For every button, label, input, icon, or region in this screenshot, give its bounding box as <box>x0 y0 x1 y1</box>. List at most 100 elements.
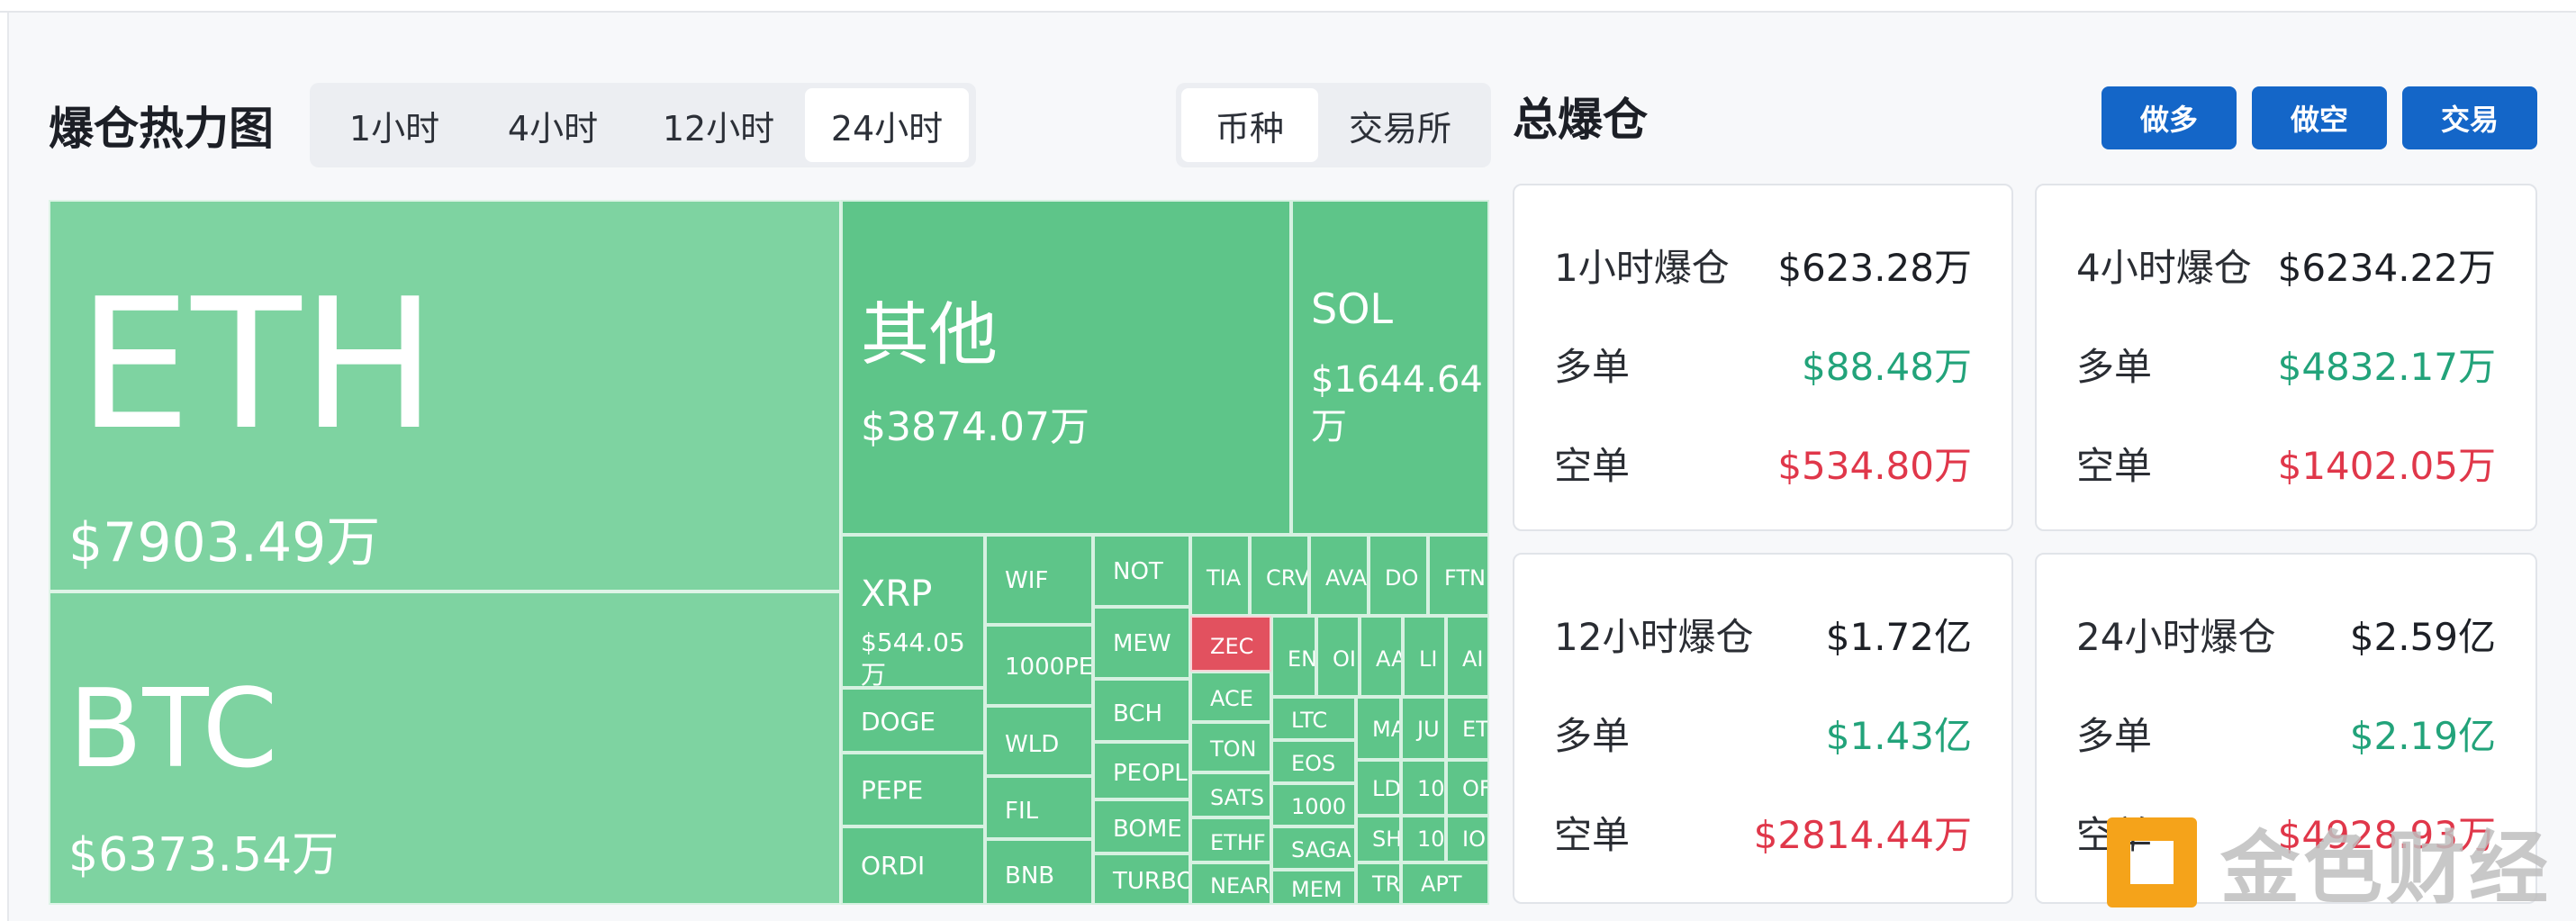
trade-button[interactable]: 交易 <box>2402 86 2537 149</box>
short-value: $534.80万 <box>1777 443 1972 488</box>
treemap-cell-turbo[interactable]: TURBO <box>1093 853 1190 905</box>
treemap-symbol: FIL <box>1005 798 1039 825</box>
treemap-cell-mem[interactable]: MEM <box>1271 870 1356 905</box>
treemap-cell-en[interactable]: EN <box>1271 616 1316 697</box>
treemap-cell-bnb[interactable]: BNB <box>985 839 1093 905</box>
treemap-cell-ju[interactable]: JU <box>1401 697 1446 760</box>
short-label: 空单 <box>2076 443 2153 488</box>
top-border <box>0 0 2576 13</box>
tab-1h[interactable]: 1小时 <box>315 88 474 162</box>
treemap-cell-tr[interactable]: TR <box>1356 862 1401 905</box>
treemap-cell-wld[interactable]: WLD <box>985 706 1093 776</box>
card-total: $6234.22万 <box>2277 245 2496 290</box>
treemap-cell-ton[interactable]: TON <box>1190 722 1271 772</box>
long-value: $2.19亿 <box>2349 713 2496 758</box>
treemap-cell-pepe[interactable]: PEPE <box>841 753 985 826</box>
card-label: 24小时爆仓 <box>2076 614 2276 659</box>
treemap-cell-ava[interactable]: AVA <box>1309 535 1369 616</box>
treemap-cell-1000[interactable]: 1000 <box>1271 783 1356 826</box>
treemap-cell-eos[interactable]: EOS <box>1271 740 1356 783</box>
treemap-symbol: 其他 <box>861 294 998 375</box>
treemap-cell-其他[interactable]: 其他 $3874.07万 <box>841 200 1291 535</box>
tab-12h[interactable]: 12小时 <box>632 88 805 162</box>
treemap-cell-mew[interactable]: MEW <box>1093 607 1190 679</box>
treemap-amount: $3874.07万 <box>861 404 1089 450</box>
treemap-cell-ltc[interactable]: LTC <box>1271 697 1356 740</box>
treemap-cell-sol[interactable]: SOL $1644.64万 <box>1291 200 1489 535</box>
treemap-cell-ai[interactable]: AI <box>1446 616 1489 697</box>
short-label: 空单 <box>1554 443 1631 488</box>
treemap-symbol: LTC <box>1291 708 1328 733</box>
treemap-symbol: AVA <box>1325 565 1368 591</box>
treemap-cell-fil[interactable]: FIL <box>985 776 1093 839</box>
group-tabs: 币种 交易所 <box>1176 83 1491 167</box>
tab-coin[interactable]: 币种 <box>1181 88 1318 162</box>
treemap-cell-1000pe[interactable]: 1000PE <box>985 625 1093 706</box>
treemap-cell-ftn[interactable]: FTN <box>1428 535 1489 616</box>
treemap-symbol: XRP <box>861 573 933 615</box>
card-total: $1.72亿 <box>1825 614 1972 659</box>
long-label: 多单 <box>2076 713 2153 758</box>
treemap-cell-doge[interactable]: DOGE <box>841 688 985 753</box>
treemap-cell-eth[interactable]: ETH $7903.49万 <box>49 200 841 591</box>
treemap-amount: $1644.64万 <box>1311 359 1483 447</box>
treemap-cell-ethf[interactable]: ETHF <box>1190 817 1271 862</box>
treemap-symbol: TR <box>1372 871 1401 897</box>
long-label: 多单 <box>1554 713 1631 758</box>
treemap-symbol: TIA <box>1207 565 1242 591</box>
treemap-cell-saga[interactable]: SAGA <box>1271 826 1356 870</box>
treemap-symbol: SOL <box>1311 284 1394 333</box>
treemap-cell-not[interactable]: NOT <box>1093 535 1190 607</box>
treemap-cell-bch[interactable]: BCH <box>1093 679 1190 742</box>
treemap-cell-bome[interactable]: BOME <box>1093 799 1190 853</box>
watermark: 金色财经 <box>2107 810 2575 915</box>
treemap-symbol: BOME <box>1113 816 1182 843</box>
treemap-cell-do[interactable]: DO <box>1369 535 1428 616</box>
treemap-cell-ace[interactable]: ACE <box>1190 672 1271 722</box>
watermark-text: 金色财经 <box>2220 822 2553 915</box>
treemap-cell-10[interactable]: 10 <box>1401 816 1446 862</box>
tab-exchange[interactable]: 交易所 <box>1318 88 1482 162</box>
treemap-cell-near[interactable]: NEAR <box>1190 862 1271 905</box>
short-button[interactable]: 做空 <box>2252 86 2387 149</box>
treemap-cell-xrp[interactable]: XRP $544.05万 <box>841 535 985 688</box>
card-total: $2.59亿 <box>2349 614 2496 659</box>
treemap-cell-oi[interactable]: OI <box>1316 616 1360 697</box>
treemap-cell-et[interactable]: ET <box>1446 697 1489 760</box>
treemap-cell-aa[interactable]: AA <box>1360 616 1403 697</box>
treemap-cell-apt[interactable]: APT <box>1401 862 1489 905</box>
treemap-cell-ld[interactable]: LD <box>1356 760 1401 816</box>
treemap-symbol: LI <box>1419 646 1438 672</box>
treemap-cell-zec[interactable]: ZEC <box>1190 616 1271 672</box>
time-range-tabs: 1小时 4小时 12小时 24小时 <box>310 83 976 167</box>
treemap-cell-peopl[interactable]: PEOPL <box>1093 742 1190 799</box>
treemap-cell-tia[interactable]: TIA <box>1190 535 1250 616</box>
card-4h: 4小时爆仓 $6234.22万 多单 $4832.17万 空单 $1402.05万 <box>2035 184 2537 531</box>
treemap-cell-wif[interactable]: WIF <box>985 535 1093 625</box>
long-label: 多单 <box>2076 344 2153 389</box>
left-border <box>0 13 9 921</box>
treemap-cell-btc[interactable]: BTC $6373.54万 <box>49 591 841 905</box>
treemap-symbol: 1000 <box>1291 794 1347 819</box>
treemap-cell-ma[interactable]: MA <box>1356 697 1401 760</box>
treemap-symbol: BNB <box>1005 862 1055 889</box>
treemap-cell-io[interactable]: IO <box>1446 816 1489 862</box>
treemap-symbol: CRV <box>1266 565 1309 591</box>
tab-24h[interactable]: 24小时 <box>805 88 969 162</box>
treemap-cell-10[interactable]: 10 <box>1401 760 1446 816</box>
treemap-symbol: SH <box>1372 826 1401 852</box>
treemap-cell-sats[interactable]: SATS <box>1190 772 1271 817</box>
liquidation-heatmap: ETH $7903.49万 BTC $6373.54万 其他 $3874.07万 SOL $1… <box>49 200 1489 905</box>
treemap-symbol: 10 <box>1417 826 1445 852</box>
treemap-symbol: JU <box>1417 717 1440 742</box>
treemap-cell-of[interactable]: OF <box>1446 760 1489 816</box>
long-button[interactable]: 做多 <box>2101 86 2237 149</box>
treemap-symbol: APT <box>1421 871 1462 897</box>
treemap-cell-ordi[interactable]: ORDI <box>841 826 985 905</box>
treemap-cell-crv[interactable]: CRV <box>1250 535 1309 616</box>
treemap-amount: $6373.54万 <box>68 828 339 882</box>
treemap-cell-li[interactable]: LI <box>1403 616 1446 697</box>
tab-4h[interactable]: 4小时 <box>474 88 632 162</box>
treemap-cell-sh[interactable]: SH <box>1356 816 1401 862</box>
card-12h: 12小时爆仓 $1.72亿 多单 $1.43亿 空单 $2814.44万 <box>1513 553 2013 904</box>
